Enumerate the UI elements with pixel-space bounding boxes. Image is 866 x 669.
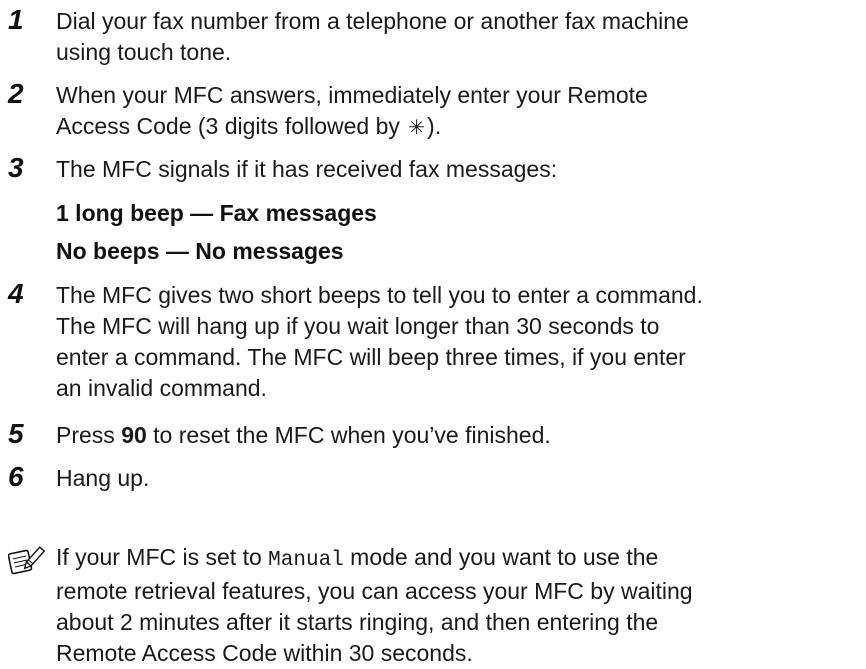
step-number: 2 <box>8 78 24 109</box>
step-text: Hang up. <box>56 463 864 494</box>
step-line: The MFC will hang up if you wait longer … <box>56 313 660 339</box>
step-line: When your MFC answers, immediately enter… <box>56 82 648 108</box>
step-line: The MFC gives two short beeps to tell yo… <box>56 282 703 308</box>
step-line-with-symbol: Access Code (3 digits followed by ✳). <box>56 111 864 143</box>
note-line: If your MFC is set to Manual mode and yo… <box>56 542 864 576</box>
key-code: 90 <box>121 422 147 448</box>
step-text: The MFC signals if it has received fax m… <box>56 154 864 185</box>
step-line: an invalid command. <box>56 375 267 401</box>
note-pencil-icon <box>7 542 48 576</box>
instruction-page: 1 Dial your fax number from a telephone … <box>0 0 866 666</box>
note-suffix: mode and you want to use the <box>343 544 659 570</box>
step-number: 3 <box>8 152 24 183</box>
step-text: The MFC gives two short beeps to tell yo… <box>56 280 864 404</box>
step-prefix: Press <box>56 422 122 448</box>
step-number: 5 <box>8 418 24 449</box>
step-number: 1 <box>8 4 24 35</box>
mode-name: Manual <box>268 549 344 572</box>
step-number: 6 <box>8 461 24 492</box>
step-line: using touch tone. <box>56 39 232 65</box>
signal-no-messages: No beeps — No messages <box>56 238 344 264</box>
note-prefix: If your MFC is set to <box>56 544 269 570</box>
signal-fax-messages: 1 long beep — Fax messages <box>56 200 377 226</box>
step-line: Dial your fax number from a telephone or… <box>56 8 689 34</box>
step-text: When your MFC answers, immediately enter… <box>56 80 864 143</box>
note-line: Remote Access Code within 30 seconds. <box>56 640 473 666</box>
note-line: about 2 minutes after it starts ringing,… <box>56 609 659 635</box>
step-line-suffix: ). <box>427 113 442 139</box>
step-line: Hang up. <box>56 465 150 491</box>
step-line: Access Code (3 digits followed by <box>56 113 407 139</box>
step-number: 4 <box>8 278 24 309</box>
step-text: Press 90 to reset the MFC when you’ve fi… <box>56 420 864 451</box>
note-line: remote retrieval features, you can acces… <box>56 578 693 604</box>
step-line: enter a command. The MFC will beep three… <box>56 344 686 370</box>
note-text: If your MFC is set to Manual mode and yo… <box>56 542 864 669</box>
step-line: Press 90 to reset the MFC when you’ve fi… <box>56 420 864 451</box>
star-key-icon: ✳ <box>408 115 426 139</box>
step-suffix: to reset the MFC when you’ve finished. <box>146 422 551 448</box>
step-line: The MFC signals if it has received fax m… <box>56 156 558 182</box>
step-text: Dial your fax number from a telephone or… <box>56 6 864 68</box>
